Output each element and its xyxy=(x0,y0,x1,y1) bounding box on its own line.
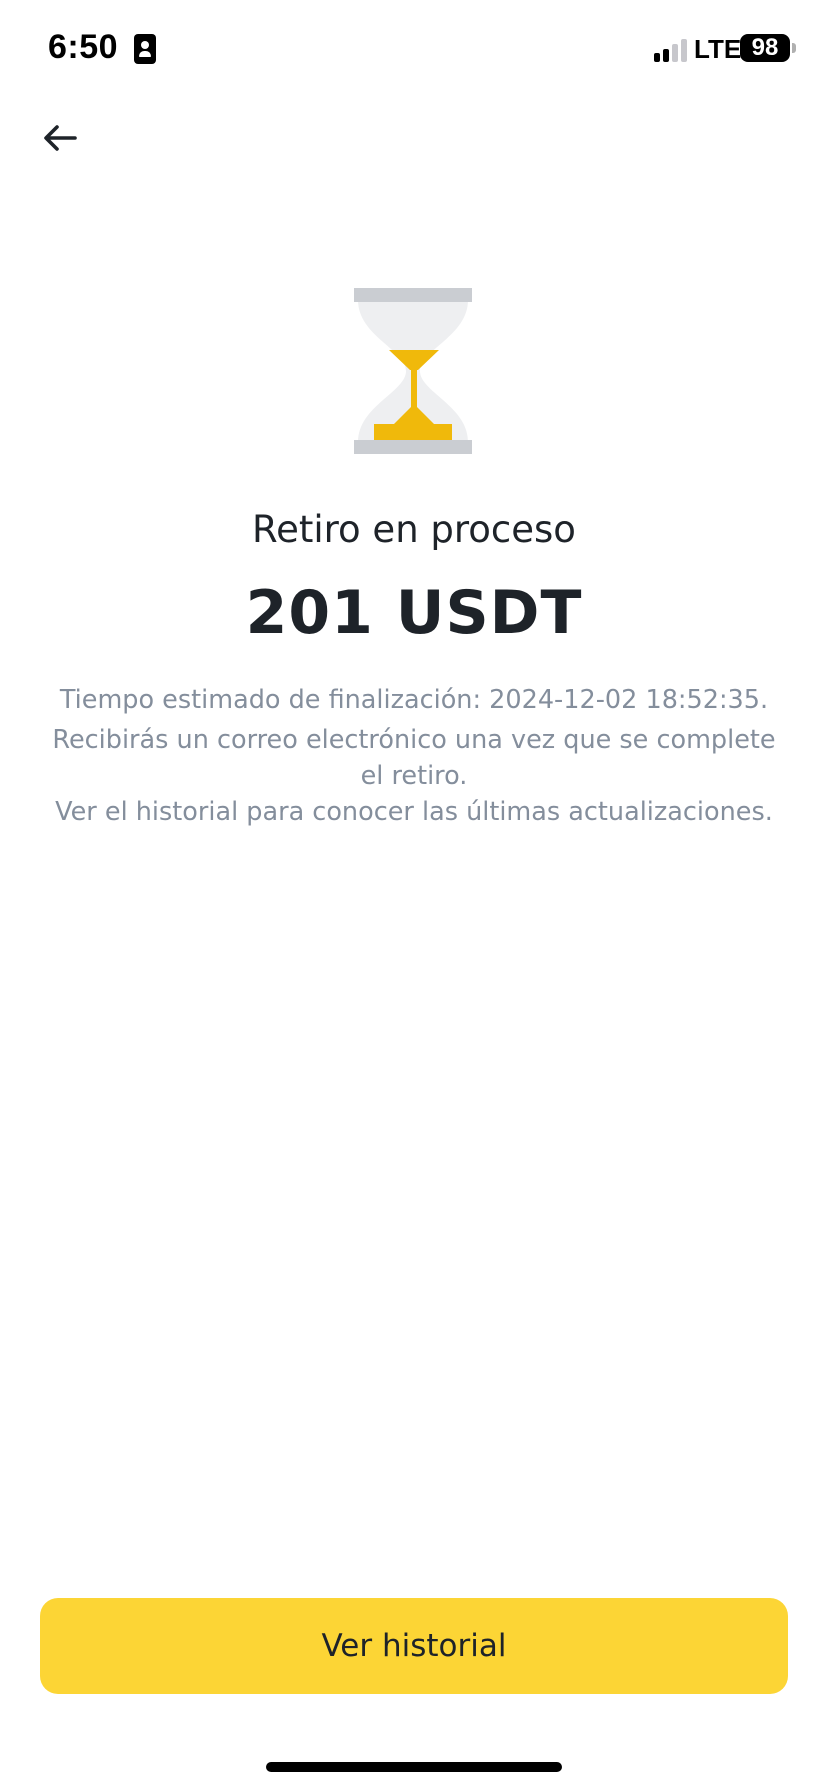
status-bar: 6:50 LTE 98 xyxy=(0,0,828,98)
status-description: Tiempo estimado de finalización: 2024-12… xyxy=(48,682,780,830)
history-notice-text: Ver el historial para conocer las última… xyxy=(55,797,773,827)
battery-tip xyxy=(792,43,796,53)
hourglass-icon xyxy=(354,288,472,454)
back-button[interactable] xyxy=(30,112,90,164)
home-indicator xyxy=(266,1762,562,1772)
arrow-left-icon xyxy=(44,125,77,151)
email-notice-text: Recibirás un correo electrónico una vez … xyxy=(52,725,776,791)
network-type: LTE xyxy=(694,34,742,64)
page-title: Retiro en proceso xyxy=(252,508,576,551)
view-history-button[interactable]: Ver historial xyxy=(40,1598,788,1694)
status-time: 6:50 xyxy=(48,28,119,66)
estimated-time-text: Tiempo estimado de finalización: 2024-12… xyxy=(59,685,769,715)
battery-icon: 98 xyxy=(740,34,790,62)
cellular-signal-icon xyxy=(654,38,688,62)
withdrawal-amount: 201 USDT xyxy=(245,578,583,648)
contact-card-icon xyxy=(134,34,156,64)
